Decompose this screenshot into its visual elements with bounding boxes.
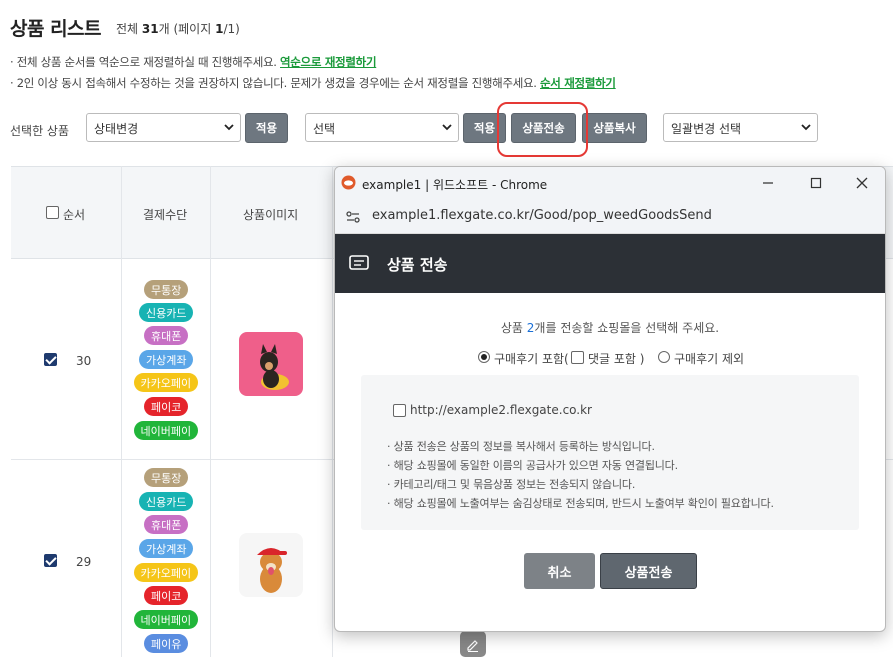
payment-badge: 가상계좌 bbox=[139, 350, 194, 369]
header-payment: 결제수단 bbox=[143, 208, 188, 222]
dialog-message: 상품 2개를 전송할 쇼핑몰을 선택해 주세요. bbox=[500, 321, 720, 335]
reorder-link[interactable]: 순서 재정렬하기 bbox=[540, 76, 616, 90]
chevron-down-icon bbox=[224, 124, 234, 131]
window-title: example1 | 위드소프트 - Chrome bbox=[362, 178, 548, 192]
row-checkbox[interactable] bbox=[44, 353, 57, 366]
payment-badge: 무통장 bbox=[144, 468, 189, 487]
option-select[interactable]: 선택 bbox=[305, 113, 459, 142]
payment-badge: 휴대폰 bbox=[144, 326, 189, 345]
payment-badge: 신용카드 bbox=[139, 492, 194, 511]
review-include-label[interactable]: 구매후기 포함( bbox=[494, 350, 569, 367]
column-divider bbox=[121, 166, 122, 657]
info-line: · 해당 쇼핑몰에 동일한 이름의 공급사가 있으면 자동 연결됩니다. bbox=[387, 459, 678, 472]
payment-badge: 페이코 bbox=[144, 397, 189, 416]
selected-products-label: 선택한 상품 bbox=[10, 124, 70, 138]
product-send-popup: example1 | 위드소프트 - Chrome example1.flexg… bbox=[334, 166, 886, 632]
site-checkbox[interactable] bbox=[393, 404, 406, 417]
review-exclude-radio[interactable] bbox=[658, 351, 670, 363]
product-thumbnail[interactable] bbox=[239, 533, 303, 597]
chevron-down-icon bbox=[442, 124, 452, 131]
payment-badge: 페이코 bbox=[144, 586, 189, 605]
review-exclude-label[interactable]: 구매후기 제외 bbox=[674, 350, 744, 367]
notice-reverse: · 전체 상품 순서를 역순으로 재정렬하실 때 진행해주세요. 역순으로 재정… bbox=[10, 55, 377, 69]
page-title: 상품 리스트 bbox=[10, 18, 102, 40]
info-line: · 상품 전송은 상품의 정보를 복사해서 등록하는 방식입니다. bbox=[387, 440, 655, 453]
status-change-select[interactable]: 상태변경 bbox=[86, 113, 241, 142]
product-thumbnail[interactable] bbox=[239, 332, 303, 396]
payment-badge: 무통장 bbox=[144, 280, 189, 299]
cancel-button[interactable]: 취소 bbox=[524, 553, 595, 589]
bulk-change-select[interactable]: 일괄변경 선택 bbox=[663, 113, 818, 142]
header-image: 상품이미지 bbox=[243, 208, 299, 222]
payment-badge: 카카오페이 bbox=[133, 563, 199, 582]
copy-products-button[interactable]: 상품복사 bbox=[582, 113, 647, 143]
comment-include-checkbox[interactable] bbox=[571, 351, 584, 364]
chevron-down-icon bbox=[801, 124, 811, 131]
maximize-icon[interactable] bbox=[808, 175, 824, 191]
payment-badge: 네이버페이 bbox=[133, 610, 199, 629]
info-line: · 해당 쇼핑몰에 노출여부는 숨김상태로 전송되며, 반드시 노출여부 확인이… bbox=[387, 497, 774, 510]
page-count: 전체 31개 (페이지 1/1) bbox=[116, 22, 240, 36]
payment-badge: 휴대폰 bbox=[144, 515, 189, 534]
notice-concurrent: · 2인 이상 동시 접속해서 수정하는 것을 권장하지 않습니다. 문제가 생… bbox=[10, 76, 616, 90]
dog-photo-icon bbox=[239, 332, 303, 396]
row-order-number: 30 bbox=[76, 354, 92, 368]
minimize-icon[interactable] bbox=[760, 175, 776, 191]
row-order-number: 29 bbox=[76, 555, 92, 569]
dialog-header: 상품 전송 bbox=[335, 234, 885, 293]
row-checkbox[interactable] bbox=[44, 554, 57, 567]
site-settings-icon[interactable] bbox=[345, 209, 361, 225]
payment-badge: 카카오페이 bbox=[133, 373, 199, 392]
highlight-ring bbox=[497, 102, 588, 157]
apply-status-button[interactable]: 적용 bbox=[245, 113, 288, 143]
address-bar[interactable]: example1.flexgate.co.kr/Good/pop_weedGoo… bbox=[335, 199, 885, 234]
edit-button[interactable] bbox=[460, 631, 486, 657]
close-icon[interactable] bbox=[854, 175, 870, 191]
header-order[interactable]: 순서 bbox=[63, 206, 85, 223]
payment-badge: 신용카드 bbox=[139, 303, 194, 322]
payment-badge: 가상계좌 bbox=[139, 539, 194, 558]
column-divider bbox=[210, 166, 211, 657]
payment-badge: 네이버페이 bbox=[133, 421, 199, 440]
message-icon bbox=[349, 255, 369, 270]
app-logo-icon bbox=[341, 175, 356, 190]
site-url-label[interactable]: http://example2.flexgate.co.kr bbox=[410, 403, 592, 417]
comment-include-label[interactable]: 댓글 포함 ) bbox=[588, 350, 644, 367]
url-text[interactable]: example1.flexgate.co.kr/Good/pop_weedGoo… bbox=[372, 208, 712, 223]
dog-photo-icon bbox=[239, 533, 303, 597]
review-include-radio[interactable] bbox=[478, 351, 490, 363]
pencil-icon bbox=[467, 640, 478, 652]
select-all-checkbox[interactable] bbox=[46, 206, 59, 219]
column-divider bbox=[332, 166, 333, 657]
reverse-reorder-link[interactable]: 역순으로 재정렬하기 bbox=[280, 55, 377, 69]
info-line: · 카테고리/태그 및 묶음상품 정보는 전송되지 않습니다. bbox=[387, 478, 636, 491]
window-titlebar[interactable]: example1 | 위드소프트 - Chrome bbox=[335, 167, 885, 199]
dialog-title: 상품 전송 bbox=[387, 256, 448, 274]
send-submit-button[interactable]: 상품전송 bbox=[600, 553, 697, 589]
payment-badge: 페이유 bbox=[144, 634, 189, 653]
